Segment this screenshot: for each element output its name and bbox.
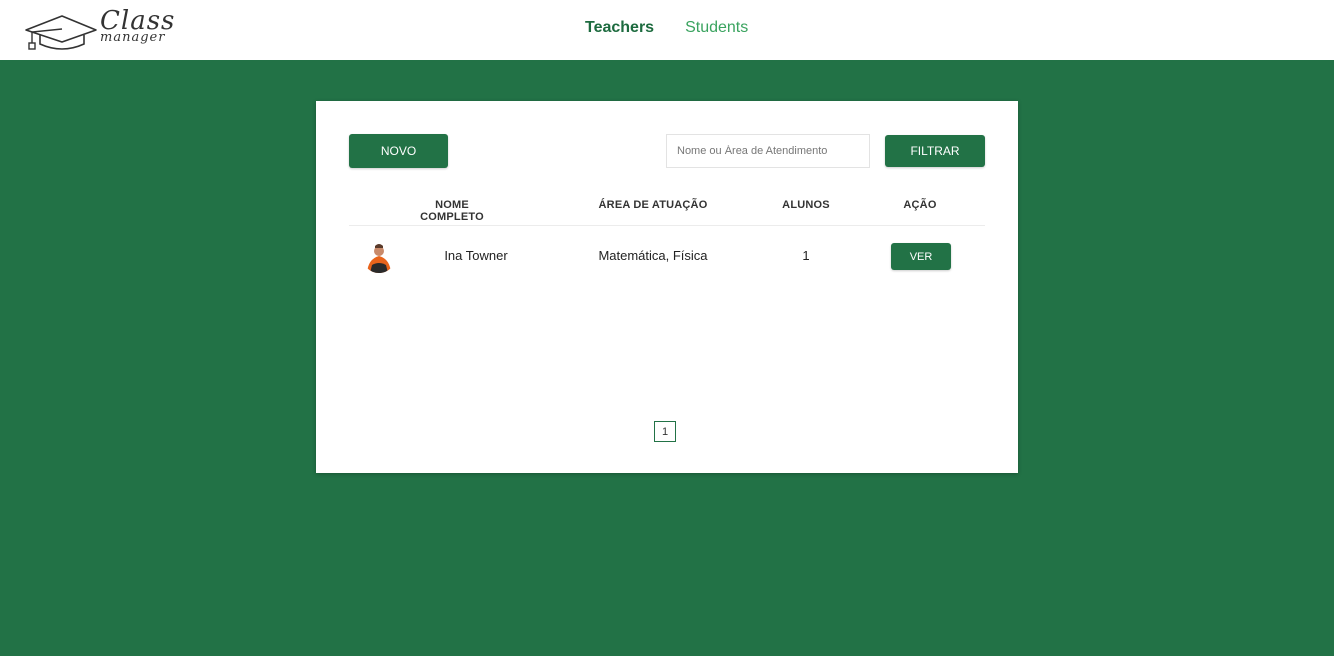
teachers-card: NOVO FILTRAR NOME COMPLETO ÁREA DE ATUAÇ… bbox=[316, 101, 1018, 473]
main-nav: Teachers Students bbox=[585, 19, 748, 41]
search-input[interactable] bbox=[666, 134, 870, 168]
pagination-page-1[interactable]: 1 bbox=[654, 421, 676, 442]
filter-button[interactable]: FILTRAR bbox=[885, 135, 985, 167]
teacher-student-count: 1 bbox=[802, 248, 810, 263]
column-header-action: AÇÃO bbox=[903, 199, 937, 211]
class-manager-logo[interactable]: Class manager bbox=[24, 8, 184, 52]
nav-link-students[interactable]: Students bbox=[685, 19, 748, 41]
column-header-area: ÁREA DE ATUAÇÃO bbox=[598, 199, 708, 211]
column-header-students: ALUNOS bbox=[782, 199, 830, 211]
teacher-area: Matemática, Física bbox=[598, 248, 708, 263]
logo-line-manager: manager bbox=[100, 30, 166, 45]
nav-link-teachers[interactable]: Teachers bbox=[585, 19, 654, 41]
top-header: Class manager Teachers Students bbox=[0, 0, 1334, 60]
avatar bbox=[362, 239, 396, 273]
header-divider bbox=[349, 225, 985, 226]
graduation-cap-icon bbox=[25, 15, 97, 50]
view-teacher-button[interactable]: VER bbox=[891, 243, 951, 270]
teacher-name: Ina Towner bbox=[444, 248, 508, 263]
new-teacher-button[interactable]: NOVO bbox=[349, 134, 448, 168]
logo-wordmark: Class manager bbox=[100, 8, 175, 44]
column-header-name: NOME COMPLETO bbox=[420, 199, 484, 223]
